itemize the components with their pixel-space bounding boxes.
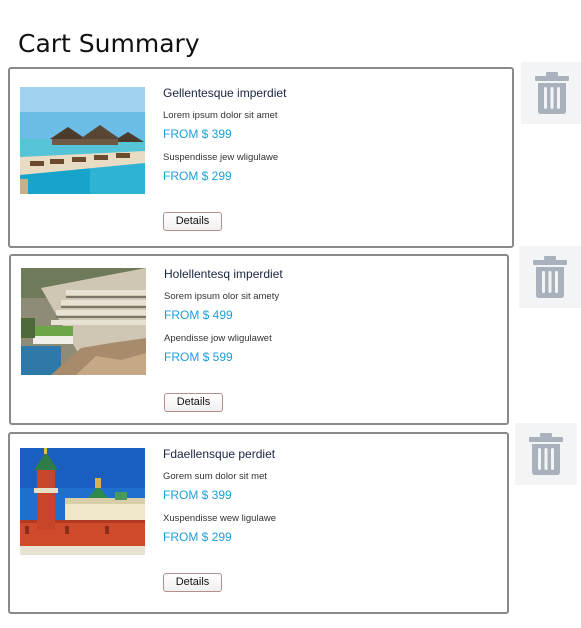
item-title: Holellentesq imperdiet (164, 267, 283, 281)
delete-item-button[interactable] (515, 423, 577, 485)
trash-icon (535, 72, 569, 114)
option-description: Xuspendisse wew ligulawe (163, 513, 277, 524)
item-title: Gellentesque imperdiet (163, 86, 287, 100)
delete-item-button[interactable] (521, 62, 581, 124)
details-button[interactable]: Details (163, 212, 222, 231)
option-price: FROM $ 399 (163, 127, 232, 141)
option-description: Gorem sum dolor sit met (163, 471, 267, 482)
option-description: Lorem ipsum dolor sit amet (163, 110, 278, 121)
item-image (20, 87, 145, 194)
trash-icon (533, 256, 567, 298)
item-image (20, 448, 145, 555)
option-price: FROM $ 499 (164, 308, 233, 322)
cart-item: Gellentesque imperdiet Lorem ipsum dolor… (8, 67, 514, 248)
page-title: Cart Summary (18, 29, 200, 58)
cart-item: Fdaellensque perdiet Gorem sum dolor sit… (8, 432, 509, 614)
option-description: Sorem ipsum olor sit amety (164, 291, 280, 302)
option-price: FROM $ 399 (163, 488, 232, 502)
delete-item-button[interactable] (519, 246, 581, 308)
option-price: FROM $ 299 (163, 530, 232, 544)
option-price: FROM $ 599 (164, 350, 233, 364)
option-description: Apendisse jow wligulawet (164, 333, 272, 344)
details-button[interactable]: Details (163, 573, 222, 592)
cart-item: Holellentesq imperdiet Sorem ipsum olor … (9, 254, 509, 425)
trash-icon (529, 433, 563, 475)
item-title: Fdaellensque perdiet (163, 447, 276, 461)
option-price: FROM $ 299 (163, 169, 232, 183)
option-description: Suspendisse jew wligulawe (163, 152, 279, 163)
item-image (21, 268, 146, 375)
details-button[interactable]: Details (164, 393, 223, 412)
